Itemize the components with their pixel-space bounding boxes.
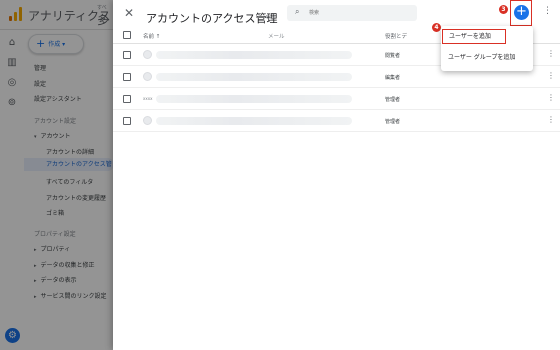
- table-row[interactable]: 管理者 ⋮: [113, 110, 560, 132]
- add-button[interactable]: +: [514, 5, 529, 20]
- more-vert-icon[interactable]: ⋮: [547, 93, 555, 102]
- menu-item-add-user[interactable]: ユーザーを追加: [442, 29, 506, 44]
- column-name-label: 名前: [143, 34, 155, 40]
- role-value: 管理者: [385, 97, 401, 103]
- redacted-user-info: [156, 117, 352, 125]
- arrow-up-icon: ↑: [155, 34, 161, 40]
- step-callout-3: 3: [499, 5, 508, 14]
- column-email[interactable]: メール: [268, 32, 285, 40]
- step-callout-4: 4: [432, 23, 441, 32]
- row-checkbox[interactable]: [123, 117, 131, 125]
- row-checkbox[interactable]: [123, 95, 131, 103]
- redacted-user-info: [156, 73, 352, 81]
- group-avatar: xxxx: [143, 96, 153, 101]
- column-name[interactable]: 名前 ↑: [143, 32, 160, 40]
- select-all-checkbox[interactable]: [123, 31, 131, 39]
- row-checkbox[interactable]: [123, 51, 131, 59]
- role-value: 管理者: [385, 119, 401, 125]
- avatar: [143, 72, 152, 81]
- avatar: [143, 116, 152, 125]
- column-role[interactable]: 役割とデ: [385, 32, 407, 40]
- menu-item-add-user-group[interactable]: ユーザー グループを追加: [441, 50, 533, 65]
- role-value: 閲覧者: [385, 53, 401, 59]
- avatar: [143, 50, 152, 59]
- plus-icon: +: [516, 4, 527, 19]
- table-row[interactable]: xxxx 管理者 ⋮: [113, 88, 560, 110]
- more-vert-icon[interactable]: ⋮: [547, 115, 555, 124]
- row-count: 4 行: [265, 15, 275, 21]
- search-icon: ⌕: [295, 7, 300, 16]
- redacted-user-info: [156, 51, 352, 59]
- role-value: 編集者: [385, 75, 401, 81]
- more-vert-icon[interactable]: ⋮: [547, 71, 555, 80]
- page-title: アカウントのアクセス管理: [146, 12, 278, 25]
- close-icon[interactable]: ✕: [124, 6, 134, 20]
- search-input[interactable]: [309, 8, 409, 18]
- search-box[interactable]: ⌕: [287, 5, 417, 21]
- more-vert-icon[interactable]: ⋮: [547, 49, 555, 58]
- redacted-user-info: [156, 95, 352, 103]
- row-checkbox[interactable]: [123, 73, 131, 81]
- more-vert-icon[interactable]: ⋮: [543, 6, 552, 16]
- add-menu: ユーザーを追加 ユーザー グループを追加: [441, 26, 533, 71]
